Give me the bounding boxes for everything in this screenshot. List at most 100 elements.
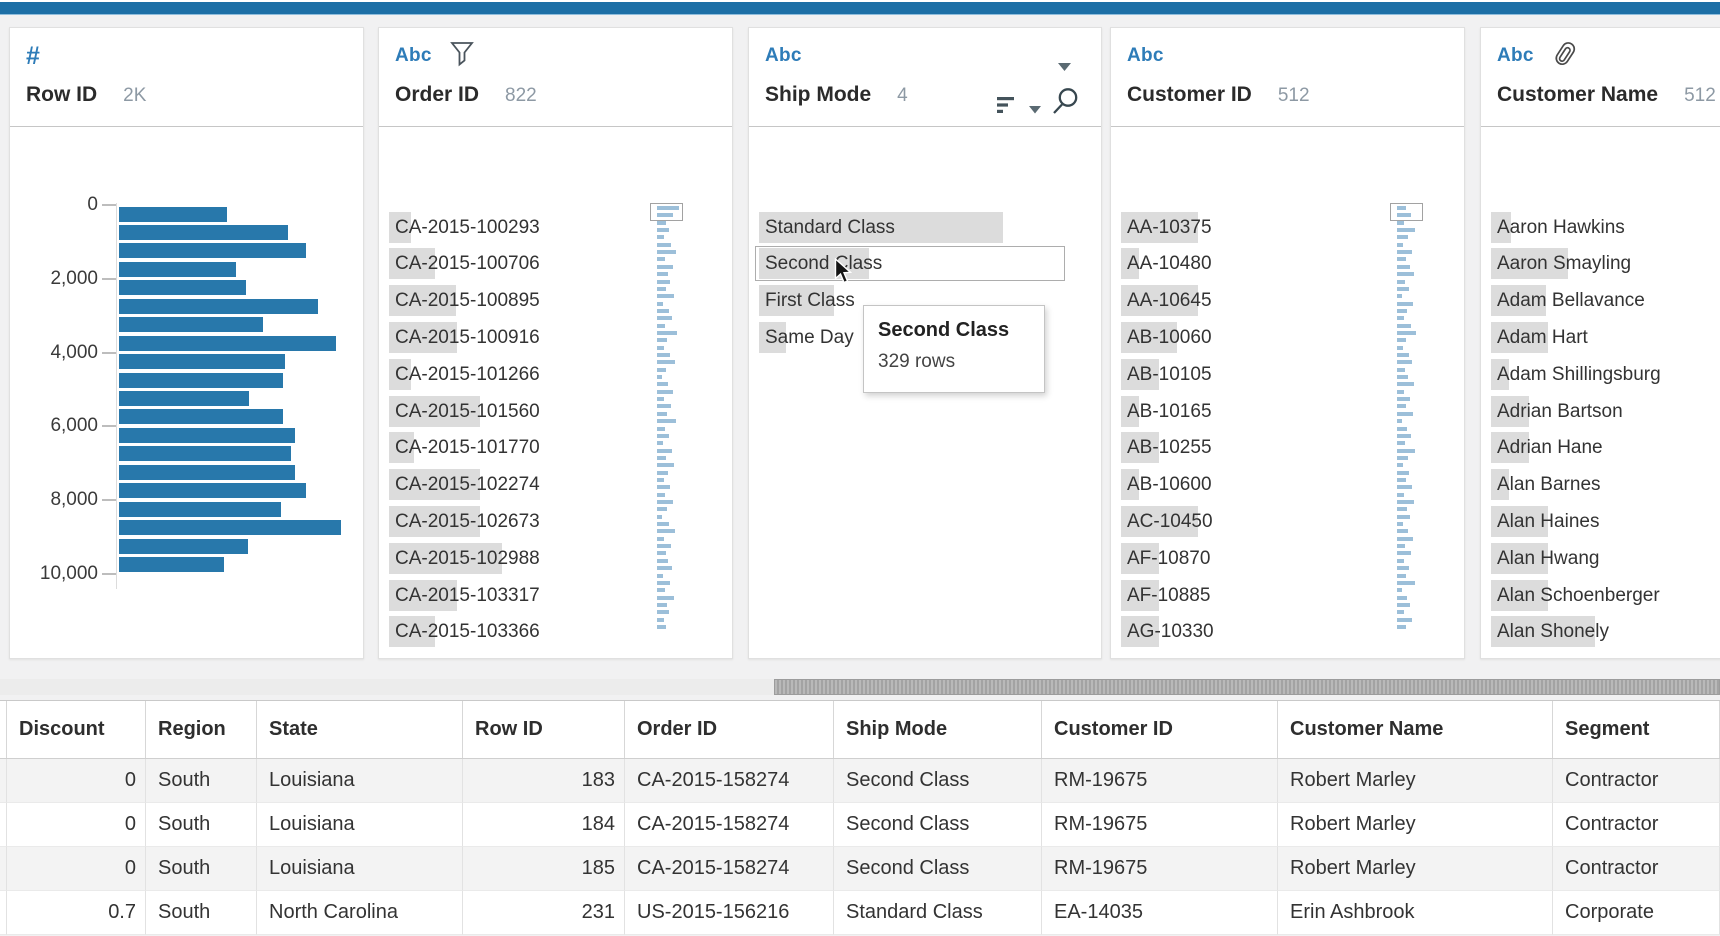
column-header-discount[interactable]: Discount (7, 701, 146, 758)
number-type-icon[interactable]: # (26, 44, 40, 68)
cell[interactable]: North Carolina (257, 891, 463, 935)
value-row[interactable]: Aaron Hawkins (1491, 212, 1720, 243)
profile-card-customer-id[interactable]: Abc Customer ID 512 AA-10375AA-10480AA-1… (1110, 27, 1465, 659)
cell[interactable]: Louisiana (257, 759, 463, 803)
value-row[interactable]: AF-10870 (1121, 543, 1381, 574)
value-row[interactable]: CA-2015-101560 (389, 396, 649, 427)
horizontal-scrollbar-thumb[interactable] (774, 679, 1720, 695)
value-row[interactable]: Second Class (759, 248, 1064, 279)
cell[interactable]: 183 (463, 759, 625, 803)
cell[interactable]: Second Class (834, 759, 1042, 803)
cell[interactable]: Corporate (1553, 891, 1720, 935)
card-menu-caret-icon[interactable] (1058, 58, 1071, 76)
cell[interactable]: Contractor (1553, 847, 1720, 891)
value-row[interactable]: CA-2015-103317 (389, 580, 649, 611)
value-row[interactable]: AA-10375 (1121, 212, 1381, 243)
value-row[interactable]: Alan Schoenberger (1491, 580, 1720, 611)
cell[interactable]: South (146, 759, 257, 803)
cell[interactable]: Standard Class (834, 891, 1042, 935)
string-type-icon[interactable]: Abc (765, 45, 802, 67)
profile-card-row-id[interactable]: # Row ID 2K 02,0004,0006,0008,00010,000 (9, 27, 364, 659)
column-header-customer-id[interactable]: Customer ID (1042, 701, 1278, 758)
cell[interactable]: 0 (7, 803, 146, 847)
histogram-bar[interactable] (119, 336, 336, 351)
histogram-bar[interactable] (119, 539, 248, 554)
cell[interactable]: RM-19675 (1042, 803, 1278, 847)
histogram-bar[interactable] (119, 373, 283, 388)
table-row[interactable]: 0SouthLouisiana185CA-2015-158274Second C… (0, 847, 1720, 891)
string-type-icon[interactable]: Abc (1497, 45, 1534, 67)
value-row[interactable]: CA-2015-102673 (389, 506, 649, 537)
histogram-bar[interactable] (119, 299, 318, 314)
table-row[interactable]: 0SouthLouisiana183CA-2015-158274Second C… (0, 759, 1720, 803)
sort-caret-icon[interactable] (1029, 101, 1041, 119)
histogram-bar[interactable] (119, 409, 283, 424)
cell[interactable]: CA-2015-158274 (625, 803, 834, 847)
histogram-bar[interactable] (119, 520, 341, 535)
cell[interactable]: 0 (7, 847, 146, 891)
column-header-order-id[interactable]: Order ID (625, 701, 834, 758)
value-row[interactable]: Standard Class (759, 212, 1064, 243)
value-row[interactable]: CA-2015-100293 (389, 212, 649, 243)
value-row[interactable]: Alan Hwang (1491, 543, 1720, 574)
value-row[interactable]: AB-10255 (1121, 432, 1381, 463)
value-row[interactable]: Alan Barnes (1491, 469, 1720, 500)
value-row[interactable]: Adam Hart (1491, 322, 1720, 353)
field-name-customer-name[interactable]: Customer Name (1497, 83, 1658, 107)
histogram-bar[interactable] (119, 428, 295, 443)
value-row[interactable]: CA-2015-100895 (389, 285, 649, 316)
histogram-bar[interactable] (119, 243, 306, 258)
value-row[interactable]: CA-2015-103366 (389, 616, 649, 647)
cell[interactable]: Robert Marley (1278, 803, 1553, 847)
value-row[interactable]: AB-10600 (1121, 469, 1381, 500)
column-header-region[interactable]: Region (146, 701, 257, 758)
cell[interactable]: Louisiana (257, 847, 463, 891)
paperclip-icon[interactable] (1552, 39, 1578, 74)
value-row[interactable]: Adam Shillingsburg (1491, 359, 1720, 390)
value-row[interactable]: CA-2015-100916 (389, 322, 649, 353)
column-header-row-id[interactable]: Row ID (463, 701, 625, 758)
histogram-bar[interactable] (119, 483, 306, 498)
histogram-bar[interactable] (119, 207, 227, 222)
cell[interactable]: Second Class (834, 847, 1042, 891)
cell[interactable]: South (146, 891, 257, 935)
cell[interactable]: Robert Marley (1278, 759, 1553, 803)
cell[interactable]: 185 (463, 847, 625, 891)
cell[interactable]: CA-2015-158274 (625, 847, 834, 891)
column-header-ship-mode[interactable]: Ship Mode (834, 701, 1042, 758)
sort-icon[interactable] (997, 96, 1015, 119)
string-type-icon[interactable]: Abc (395, 45, 432, 67)
value-row[interactable]: Adam Bellavance (1491, 285, 1720, 316)
profile-card-customer-name[interactable]: Abc Customer Name 512 Aaron HawkinsAaron… (1480, 27, 1720, 659)
cell[interactable]: 0 (7, 759, 146, 803)
cell[interactable]: Contractor (1553, 759, 1720, 803)
histogram-bar[interactable] (119, 391, 249, 406)
cell[interactable]: 0.7 (7, 891, 146, 935)
histogram-bar[interactable] (119, 225, 288, 240)
value-row[interactable]: AB-10060 (1121, 322, 1381, 353)
cell[interactable]: RM-19675 (1042, 759, 1278, 803)
cell[interactable]: Contractor (1553, 803, 1720, 847)
table-row[interactable]: 0.7SouthNorth Carolina231US-2015-156216S… (0, 891, 1720, 935)
column-header-customer-name[interactable]: Customer Name (1278, 701, 1553, 758)
value-row[interactable]: Alan Shonely (1491, 616, 1720, 647)
value-row[interactable]: CA-2015-101266 (389, 359, 649, 390)
cell[interactable]: US-2015-156216 (625, 891, 834, 935)
value-row[interactable]: Adrian Hane (1491, 432, 1720, 463)
value-row[interactable]: CA-2015-102988 (389, 543, 649, 574)
histogram-bar[interactable] (119, 317, 263, 332)
value-row[interactable]: AC-10450 (1121, 506, 1381, 537)
value-row[interactable]: CA-2015-100706 (389, 248, 649, 279)
cell[interactable]: Louisiana (257, 803, 463, 847)
column-header-state[interactable]: State (257, 701, 463, 758)
cell[interactable]: 231 (463, 891, 625, 935)
value-row[interactable]: AG-10330 (1121, 616, 1381, 647)
cell[interactable]: EA-14035 (1042, 891, 1278, 935)
field-name-ship-mode[interactable]: Ship Mode (765, 83, 871, 107)
value-row[interactable]: Aaron Smayling (1491, 248, 1720, 279)
search-icon[interactable] (1052, 87, 1080, 120)
string-type-icon[interactable]: Abc (1127, 45, 1164, 67)
field-name-order-id[interactable]: Order ID (395, 83, 479, 107)
minimap-selection-box[interactable] (1390, 203, 1423, 221)
value-row[interactable]: AB-10105 (1121, 359, 1381, 390)
